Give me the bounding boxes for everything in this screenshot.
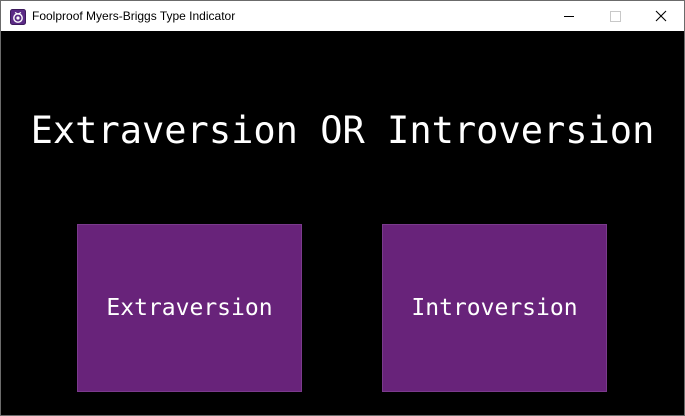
title-bar[interactable]: Foolproof Myers-Briggs Type Indicator — [1, 1, 684, 31]
introversion-button-label: Introversion — [411, 295, 578, 321]
maximize-button[interactable] — [592, 1, 638, 31]
maximize-icon — [610, 11, 621, 22]
close-button[interactable] — [638, 1, 684, 31]
window-title: Foolproof Myers-Briggs Type Indicator — [32, 9, 236, 23]
minimize-icon — [564, 16, 574, 17]
close-icon — [655, 10, 667, 22]
extraversion-button-label: Extraversion — [106, 295, 273, 321]
minimize-button[interactable] — [546, 1, 592, 31]
main-content: Extraversion OR Introversion Extraversio… — [1, 31, 684, 415]
app-icon — [10, 9, 26, 25]
extraversion-button[interactable]: Extraversion — [77, 224, 302, 392]
introversion-button[interactable]: Introversion — [382, 224, 607, 392]
question-heading: Extraversion OR Introversion — [30, 109, 655, 152]
app-window: Foolproof Myers-Briggs Type Indicator Ex… — [0, 0, 685, 416]
